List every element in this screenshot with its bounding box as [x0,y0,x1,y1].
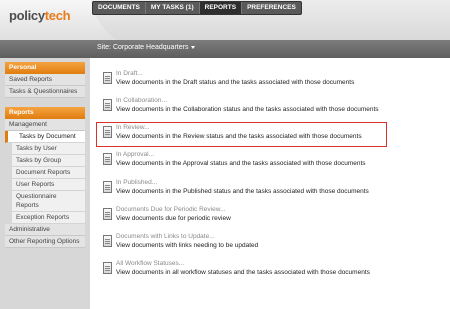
document-icon [103,181,112,193]
report-row-periodic-review: Documents Due for Periodic Review... Vie… [99,205,399,229]
sidebar-item-exception-reports[interactable]: Exception Reports [12,212,85,224]
report-link-in-draft[interactable]: In Draft... [116,70,143,77]
report-link-links-to-update[interactable]: Documents with Links to Update... [116,233,215,240]
sidebar-item-document-reports[interactable]: Document Reports [12,167,85,179]
sidebar: Personal Saved Reports Tasks & Questionn… [0,58,90,309]
chevron-down-icon [191,45,196,49]
report-description: View documents with links needing to be … [116,242,259,249]
sidebar-item-management[interactable]: Management [5,119,85,131]
report-description: View documents in all workflow statuses … [116,269,370,276]
sidebar-item-tasks-by-document[interactable]: Tasks by Document [5,131,85,143]
report-description: View documents in the Approval status an… [116,160,366,167]
report-link-in-published[interactable]: In Published... [116,179,157,186]
site-selector[interactable]: Site: Corporate Headquarters [97,44,196,51]
document-icon [103,72,112,84]
tab-documents[interactable]: DOCUMENTS [93,2,146,14]
tab-preferences[interactable]: PREFERENCES [242,2,301,14]
sidebar-item-saved-reports[interactable]: Saved Reports [5,74,85,86]
document-icon [103,153,112,165]
highlight-box [96,122,387,147]
app-logo[interactable]: policytech [9,8,71,23]
report-link-in-collaboration[interactable]: In Collaboration... [116,97,167,104]
report-row-in-approval: In Approval... View documents in the App… [99,150,399,174]
report-description: View documents in the Draft status and t… [116,79,355,86]
sidebar-item-tasks-by-group[interactable]: Tasks by Group [12,155,85,167]
sidebar-item-questionnaire-reports[interactable]: Questionnaire Reports [12,191,85,212]
sidebar-section-personal[interactable]: Personal [5,62,85,74]
report-row-in-published: In Published... View documents in the Pu… [99,178,399,202]
document-icon [103,208,112,220]
report-row-in-collaboration: In Collaboration... View documents in th… [99,96,399,120]
sidebar-section-reports[interactable]: Reports [5,107,85,119]
report-link-periodic-review[interactable]: Documents Due for Periodic Review... [116,206,225,213]
sidebar-item-tasks-questionnaires[interactable]: Tasks & Questionnaires [5,86,85,98]
report-description: View documents in the Collaboration stat… [116,106,379,113]
sidebar-item-other-reporting-options[interactable]: Other Reporting Options [5,236,85,248]
document-icon [103,235,112,247]
report-row-links-to-update: Documents with Links to Update... View d… [99,232,399,256]
report-description: View documents in the Published status a… [116,188,369,195]
tab-my-tasks[interactable]: MY TASKS (1) [146,2,200,14]
document-icon [103,99,112,111]
report-row-all-workflow-statuses: All Workflow Statuses... View documents … [99,259,399,283]
site-bar: Site: Corporate Headquarters [0,40,450,58]
tab-reports[interactable]: REPORTS [199,2,243,14]
document-icon [103,262,112,274]
report-link-all-workflow-statuses[interactable]: All Workflow Statuses... [116,260,184,267]
logo-text-part2: tech [44,8,71,23]
logo-text-part1: policy [9,8,45,23]
sidebar-item-administrative[interactable]: Administrative [5,224,85,236]
site-selector-label: Site: Corporate Headquarters [97,44,189,51]
report-description: View documents due for periodic review [116,215,231,222]
report-link-in-approval[interactable]: In Approval... [116,151,154,158]
sidebar-item-user-reports[interactable]: User Reports [12,179,85,191]
sidebar-item-tasks-by-user[interactable]: Tasks by User [12,143,85,155]
report-list: In Draft... View documents in the Draft … [90,58,450,309]
top-navigation: DOCUMENTS MY TASKS (1) REPORTS PREFERENC… [92,1,302,15]
report-row-in-draft: In Draft... View documents in the Draft … [99,69,399,93]
